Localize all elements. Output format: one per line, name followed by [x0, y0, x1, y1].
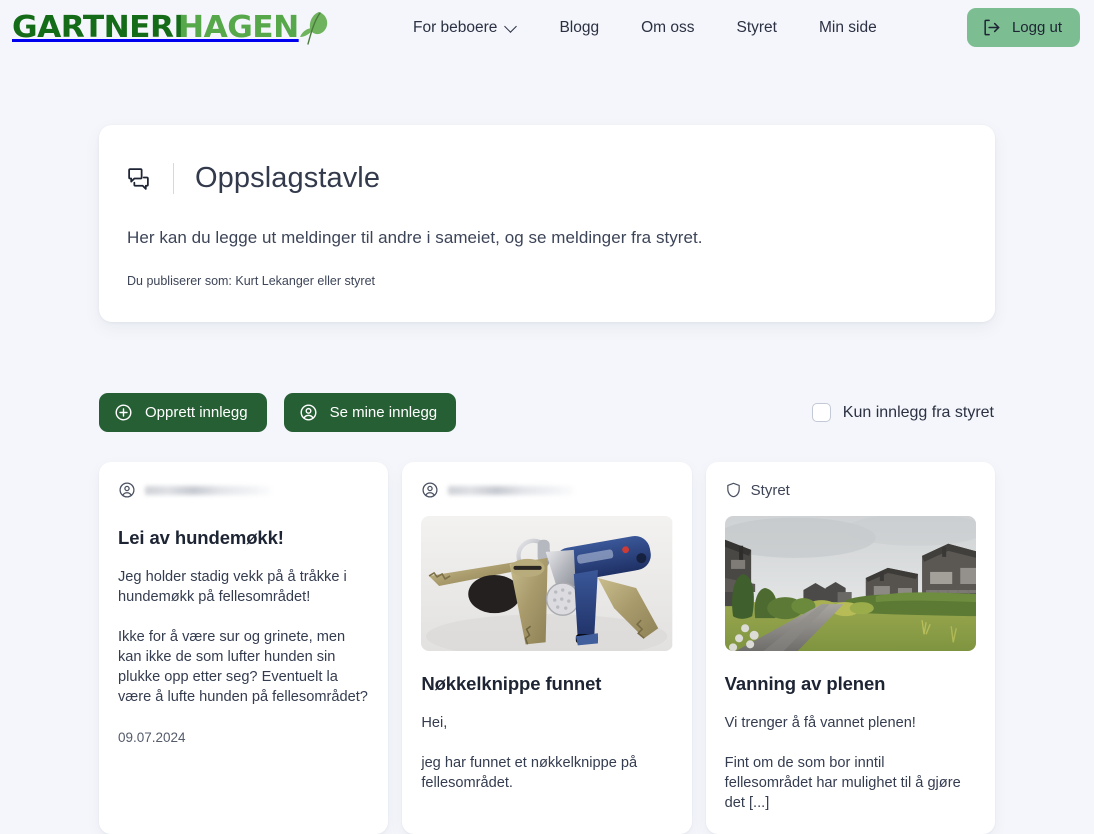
- post-photo-keys: [421, 516, 673, 651]
- page-title-row: Oppslagstavle: [125, 163, 969, 194]
- nav-label: Blogg: [559, 18, 600, 36]
- page-main: Oppslagstavle Her kan du legge ut meldin…: [0, 125, 1094, 834]
- post-body: Jeg holder stadig vekk på å tråkke i hun…: [118, 569, 368, 705]
- board-only-filter[interactable]: Kun innlegg fra styret: [811, 403, 995, 422]
- shield-icon: [725, 481, 742, 499]
- post-card[interactable]: Styret Vanning av plenen Vi trenger å få…: [705, 462, 995, 834]
- oppslagstavle-intro-card: Oppslagstavle Her kan du legge ut meldin…: [99, 125, 995, 322]
- board-only-label: Kun innlegg fra styret: [842, 403, 994, 421]
- user-circle-icon: [299, 403, 318, 422]
- create-post-button[interactable]: Opprett innlegg: [99, 393, 267, 432]
- logout-label: Logg ut: [1011, 19, 1062, 36]
- nav-label: Styret: [736, 18, 777, 36]
- nav-label: Min side: [818, 18, 877, 36]
- post-title: Vanning av plenen: [724, 673, 886, 694]
- board-only-checkbox[interactable]: [811, 403, 831, 422]
- post-date: 09.07.2024: [118, 729, 186, 745]
- my-posts-button[interactable]: Se mine innlegg: [283, 393, 457, 432]
- nav-label: For beboere: [412, 18, 498, 36]
- title-divider: [173, 163, 174, 194]
- my-posts-label: Se mine innlegg: [329, 404, 438, 421]
- site-logo[interactable]: GARTNERI HAGEN: [12, 10, 331, 46]
- plus-circle-icon: [114, 403, 133, 422]
- post-title: Lei av hundemøkk!: [118, 527, 284, 548]
- post-author-name-redacted: [145, 485, 272, 495]
- post-author-row: [421, 479, 672, 501]
- post-author-name-redacted: [448, 485, 576, 495]
- post-photo-neighbourhood: [724, 516, 976, 651]
- nav-item-blogg[interactable]: Blogg: [538, 13, 620, 43]
- user-circle-icon: [118, 481, 136, 499]
- leaf-icon: [299, 10, 331, 46]
- post-author-row: [118, 479, 369, 501]
- site-header: GARTNERI HAGEN For beboere Blogg Om oss …: [0, 0, 1094, 55]
- create-post-label: Opprett innlegg: [145, 404, 248, 421]
- content-container: Oppslagstavle Her kan du legge ut meldin…: [99, 125, 995, 834]
- action-toolbar: Opprett innlegg Se mine innlegg Kun innl…: [99, 393, 995, 432]
- post-author-row: Styret: [725, 479, 976, 501]
- post-body: Vi trenger å få vannet plenen! Fint om d…: [724, 715, 961, 811]
- page-title: Oppslagstavle: [195, 162, 381, 194]
- chevron-down-icon: [506, 21, 517, 32]
- nav-item-min-side[interactable]: Min side: [798, 13, 898, 43]
- user-circle-icon: [421, 481, 439, 499]
- post-grid: Lei av hundemøkk! Jeg holder stadig vekk…: [99, 462, 995, 834]
- logout-icon: [982, 18, 1001, 37]
- nav-item-om-oss[interactable]: Om oss: [620, 13, 715, 43]
- logo-text-hagen: HAGEN: [177, 9, 299, 45]
- post-card[interactable]: Lei av hundemøkk! Jeg holder stadig vekk…: [99, 462, 389, 834]
- nav-label: Om oss: [641, 18, 695, 36]
- post-title: Nøkkelknippe funnet: [421, 673, 602, 694]
- nav-item-styret[interactable]: Styret: [716, 13, 798, 43]
- post-body: Hei, jeg har funnet et nøkkelknippe på f…: [421, 715, 638, 791]
- message-bubbles-icon: [126, 166, 151, 191]
- publishing-as-text: Du publiserer som: Kurt Lekanger eller s…: [127, 274, 376, 288]
- logo-text-gartneri: GARTNERI: [12, 9, 185, 45]
- logout-button[interactable]: Logg ut: [966, 8, 1080, 47]
- nav-item-for-beboere[interactable]: For beboere: [407, 13, 538, 43]
- post-card[interactable]: Nøkkelknippe funnet Hei, jeg har funnet …: [402, 462, 692, 834]
- main-navigation: For beboere Blogg Om oss Styret Min side: [407, 13, 967, 43]
- post-author-name: Styret: [750, 481, 790, 499]
- intro-lead-text: Her kan du legge ut meldinger til andre …: [127, 228, 703, 247]
